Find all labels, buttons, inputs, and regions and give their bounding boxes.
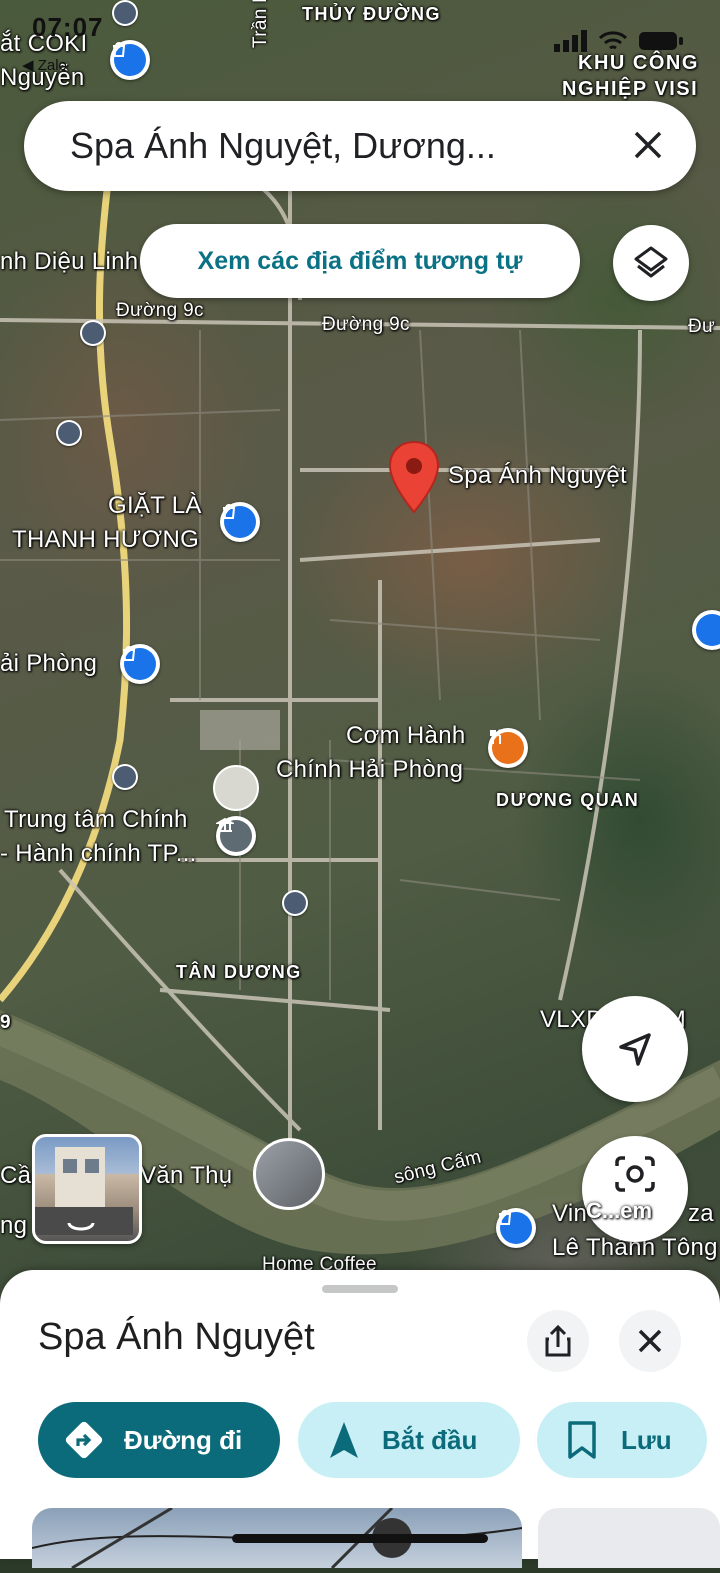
directions-label: Đường đi	[124, 1424, 243, 1455]
bus-stop-icon[interactable]	[80, 320, 106, 346]
close-icon	[638, 1329, 662, 1353]
map-label: ng	[0, 1212, 28, 1239]
save-button[interactable]: Lưu	[537, 1402, 707, 1478]
directions-icon	[65, 1421, 103, 1459]
close-icon[interactable]	[628, 125, 668, 165]
layers-icon	[634, 246, 668, 278]
lens-button[interactable]: C...em	[582, 1136, 688, 1242]
map-label: DƯƠNG QUAN	[496, 790, 640, 810]
government-building-icon[interactable]	[216, 816, 256, 856]
road-label: Đư	[688, 316, 716, 337]
map-label: ải Phòng	[0, 650, 98, 677]
route-shield: 9	[0, 1012, 11, 1033]
bus-stop-icon[interactable]	[282, 890, 308, 916]
road-label: Đường 9c	[116, 300, 204, 321]
selected-place-label[interactable]: Spa Ánh Nguyệt	[448, 462, 627, 490]
map-label: KHU CÔNG	[578, 52, 699, 74]
navigation-arrow-icon	[619, 1033, 651, 1066]
back-to-app-link[interactable]: ◀ Zalo	[22, 56, 67, 74]
navigation-arrow-icon	[330, 1422, 358, 1458]
shopping-bag-icon[interactable]	[496, 1208, 536, 1248]
map-label: Vin	[552, 1200, 588, 1227]
status-icons	[554, 30, 684, 52]
map-label: GIẶT LÀ	[108, 492, 202, 519]
search-query[interactable]: Spa Ánh Nguyệt, Dương...	[70, 125, 496, 167]
drag-handle[interactable]	[322, 1285, 398, 1293]
map-label: - Hành chính TP...	[0, 840, 197, 867]
map-label: Trần Hưng	[250, 0, 271, 48]
status-time: 07:07	[32, 12, 104, 42]
map-label: THANH HƯƠNG	[12, 526, 200, 553]
place-title: Spa Ánh Nguyệt	[38, 1316, 315, 1358]
map-label: Chính Hải Phòng	[276, 756, 464, 783]
wifi-icon	[598, 31, 628, 50]
map-label: Cầ	[0, 1162, 32, 1189]
share-icon	[545, 1324, 571, 1357]
bookmark-icon	[568, 1421, 596, 1459]
map-label: Trung tâm Chính	[4, 806, 188, 833]
start-label: Bắt đầu	[382, 1424, 478, 1455]
place-sheet[interactable]: Spa Ánh Nguyệt Đường đi Bắt đầu Lưu	[0, 1270, 720, 1570]
bus-stop-icon[interactable]	[112, 764, 138, 790]
layers-button[interactable]	[613, 225, 689, 301]
shopping-bag-icon[interactable]	[120, 644, 160, 684]
road-label: Đường 9c	[322, 314, 410, 335]
directions-button[interactable]: Đường đi	[38, 1402, 280, 1478]
signal-icon	[554, 30, 587, 52]
start-navigation-button[interactable]: Bắt đầu	[298, 1402, 520, 1478]
my-location-button[interactable]	[582, 996, 688, 1102]
similar-places-button[interactable]: Xem các địa điểm tương tự	[140, 224, 580, 298]
bus-stop-icon[interactable]	[56, 420, 82, 446]
bus-stop-icon[interactable]	[112, 0, 138, 26]
map-label: THỦY ĐƯỜNG	[302, 4, 441, 24]
place-photo[interactable]	[538, 1508, 720, 1568]
battery-icon	[639, 32, 683, 50]
restaurant-icon[interactable]	[488, 728, 528, 768]
map-label: TÂN DƯƠNG	[176, 962, 302, 982]
street-view-image	[35, 1147, 133, 1235]
close-sheet-button[interactable]	[619, 1310, 681, 1372]
shopping-bag-icon[interactable]	[110, 40, 150, 80]
save-label: Lưu	[621, 1424, 672, 1455]
map-label: za	[688, 1200, 714, 1227]
map-label: NGHIỆP VISI	[562, 78, 699, 100]
street-view-pegman[interactable]	[253, 1138, 325, 1210]
map-label: Cơm Hành	[346, 722, 466, 749]
shopping-bag-icon[interactable]	[220, 502, 260, 542]
street-view-thumbnail[interactable]	[32, 1134, 142, 1244]
home-indicator	[232, 1534, 488, 1543]
map-label: nh Diệu Linh	[0, 248, 139, 275]
location-pin-icon[interactable]	[386, 440, 442, 516]
search-bar[interactable]: Spa Ánh Nguyệt, Dương...	[24, 101, 696, 191]
camera-icon	[615, 1156, 655, 1192]
lens-label: C...em	[586, 1198, 653, 1223]
share-button[interactable]	[527, 1310, 589, 1372]
map-label: Văn Thụ	[140, 1162, 233, 1189]
